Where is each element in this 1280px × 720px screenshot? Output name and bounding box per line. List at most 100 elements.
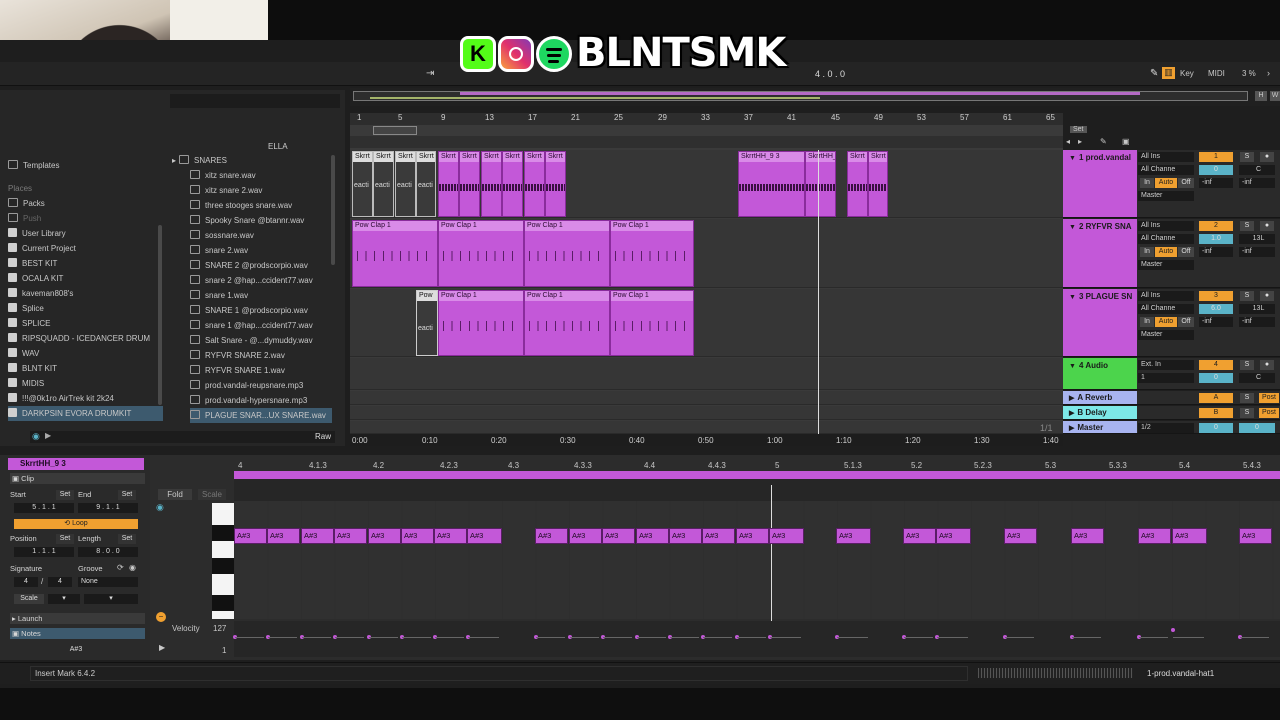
preview-icon[interactable]: ◉: [32, 431, 40, 442]
arrangement-clip[interactable]: Pow Clap 1: [524, 290, 610, 356]
track-fold-icon[interactable]: ▼: [1069, 363, 1076, 370]
monitor-in-button[interactable]: In: [1140, 317, 1154, 327]
groove-commit-icon[interactable]: ◉: [129, 563, 136, 572]
file-item[interactable]: snare 1 @hap...ccident77.wav: [190, 318, 332, 333]
arrangement-clip[interactable]: Pow Clap 1: [438, 290, 524, 356]
note-grid[interactable]: [234, 501, 1280, 619]
browser-scrollbar-right[interactable]: [331, 155, 335, 265]
input-type-select[interactable]: All Ins: [1138, 221, 1194, 231]
position-set-button[interactable]: Set: [56, 534, 74, 544]
arrangement-clip[interactable]: Skrrt: [459, 151, 480, 217]
track-fold-icon[interactable]: ▶: [1069, 395, 1074, 402]
place-item[interactable]: BEST KIT: [8, 256, 163, 271]
arrangement-overview[interactable]: H W: [350, 88, 1280, 106]
midi-note[interactable]: A#3: [903, 528, 936, 544]
solo-button[interactable]: S: [1240, 221, 1254, 231]
arrangement-clip[interactable]: Skrrt: [847, 151, 868, 217]
arm-button[interactable]: ●: [1260, 291, 1274, 301]
track-name[interactable]: ▼ 1 prod.vandal: [1063, 150, 1137, 217]
folder-snares[interactable]: ▸ SNARES: [172, 153, 332, 168]
output-select[interactable]: Master: [1138, 330, 1194, 340]
key-map-button[interactable]: Key: [1180, 69, 1194, 78]
piano-keys[interactable]: [212, 503, 234, 619]
loop-toggle[interactable]: ⟲ Loop: [14, 519, 138, 529]
file-item[interactable]: three stooges snare.wav: [190, 198, 332, 213]
volume-field[interactable]: 1.0: [1199, 234, 1233, 244]
pan-field[interactable]: C: [1239, 165, 1275, 175]
sidebar-item-templates[interactable]: Templates: [8, 158, 163, 173]
midi-note[interactable]: A#3: [769, 528, 804, 544]
return-activator[interactable]: A: [1199, 393, 1233, 403]
pan-field[interactable]: 13L: [1239, 234, 1275, 244]
track-activator[interactable]: 4: [1199, 360, 1233, 370]
input-channel-select[interactable]: All Channe: [1138, 165, 1194, 175]
place-item[interactable]: SPLICE: [8, 316, 163, 331]
master-volume[interactable]: 0: [1199, 423, 1233, 433]
track-fold-icon[interactable]: ▶: [1069, 410, 1074, 417]
file-item[interactable]: xitz snare 2.wav: [190, 183, 332, 198]
arrangement-clip[interactable]: Skrrt: [545, 151, 566, 217]
track-name[interactable]: ▼ 2 RYFVR SNA: [1063, 219, 1137, 287]
input-channel-select[interactable]: All Channe: [1138, 234, 1194, 244]
start-set-button[interactable]: Set: [56, 490, 74, 500]
file-item[interactable]: prod.vandal-reupsnare.mp3: [190, 378, 332, 393]
midi-note[interactable]: A#3: [1172, 528, 1207, 544]
arm-button[interactable]: ●: [1260, 360, 1274, 370]
arm-button[interactable]: ●: [1260, 152, 1274, 162]
prev-locator-icon[interactable]: ◂: [1066, 137, 1070, 146]
place-item[interactable]: RIPSQUADD - ICEDANCER DRUM: [8, 331, 163, 346]
midi-note[interactable]: A#3: [1004, 528, 1037, 544]
monitor-auto-button[interactable]: Auto: [1155, 247, 1177, 257]
velocity-marker[interactable]: [1171, 628, 1175, 632]
file-item[interactable]: snare 1.wav: [190, 288, 332, 303]
monitor-in-button[interactable]: In: [1140, 178, 1154, 188]
time-ruler[interactable]: 0:00 0:10 0:20 0:30 0:40 0:50 1:00 1:10 1:20 1:30…: [350, 434, 1063, 446]
next-locator-icon[interactable]: ▸: [1078, 137, 1082, 146]
input-type-select[interactable]: Ext. In: [1138, 360, 1194, 370]
scale-root-select[interactable]: ▾: [48, 594, 80, 604]
preview-notes-icon[interactable]: ◉: [156, 502, 164, 513]
arrangement-clip[interactable]: Skrrt: [502, 151, 523, 217]
arrangement-clip[interactable]: Skrrt eacti: [395, 151, 416, 217]
overview-mini[interactable]: [978, 668, 1133, 678]
clip-section-label[interactable]: ▣ Clip: [10, 473, 145, 484]
file-item[interactable]: sossnare.wav: [190, 228, 332, 243]
start-field[interactable]: 5 . 1 . 1: [14, 503, 74, 513]
return-name[interactable]: ▶ B Delay: [1063, 406, 1137, 419]
midi-note[interactable]: A#3: [702, 528, 735, 544]
track-activator[interactable]: 1: [1199, 152, 1233, 162]
position-display[interactable]: 4 . 0 . 0: [815, 69, 845, 79]
midi-note[interactable]: A#3: [535, 528, 568, 544]
pan-field[interactable]: 13L: [1239, 304, 1275, 314]
preview-bar[interactable]: ◉ ▶ Raw: [30, 431, 335, 443]
midi-note[interactable]: A#3: [936, 528, 971, 544]
draw-mode-icon[interactable]: ✎: [1150, 68, 1158, 79]
file-item[interactable]: SNARE 1 @prodscorpio.wav: [190, 303, 332, 318]
input-channel-select[interactable]: All Channe: [1138, 304, 1194, 314]
track-activator[interactable]: 3: [1199, 291, 1233, 301]
browser-search-bar[interactable]: [170, 94, 340, 108]
midi-note[interactable]: A#3: [602, 528, 635, 544]
track-fold-icon[interactable]: ▼: [1069, 294, 1076, 301]
arm-button[interactable]: ●: [1260, 221, 1274, 231]
solo-button[interactable]: S: [1240, 152, 1254, 162]
midi-note[interactable]: A#3: [1239, 528, 1272, 544]
solo-button[interactable]: S: [1240, 291, 1254, 301]
preview-play-icon[interactable]: ▶: [45, 431, 51, 440]
signature-denominator[interactable]: 4: [48, 577, 72, 587]
return-activator[interactable]: B: [1199, 408, 1233, 418]
arrangement-clip[interactable]: SkrrtHH_9 3: [738, 151, 805, 217]
overview-h-button[interactable]: H: [1255, 91, 1267, 101]
collapse-icon[interactable]: −: [156, 612, 166, 622]
signature-numerator[interactable]: 4: [14, 577, 38, 587]
arrangement-clip[interactable]: Pow Clap 1: [352, 220, 438, 287]
place-item[interactable]: BLNT KIT: [8, 361, 163, 376]
solo-button[interactable]: S: [1240, 360, 1254, 370]
volume-field[interactable]: 0: [1199, 165, 1233, 175]
file-item[interactable]: prod.vandal-hypersnare.mp3: [190, 393, 332, 408]
midi-note[interactable]: A#3: [401, 528, 434, 544]
lock-icon[interactable]: ▣: [1122, 137, 1130, 146]
file-item[interactable]: Salt Snare - @...dymuddy.wav: [190, 333, 332, 348]
monitor-auto-button[interactable]: Auto: [1155, 317, 1177, 327]
midi-note[interactable]: A#3: [736, 528, 769, 544]
